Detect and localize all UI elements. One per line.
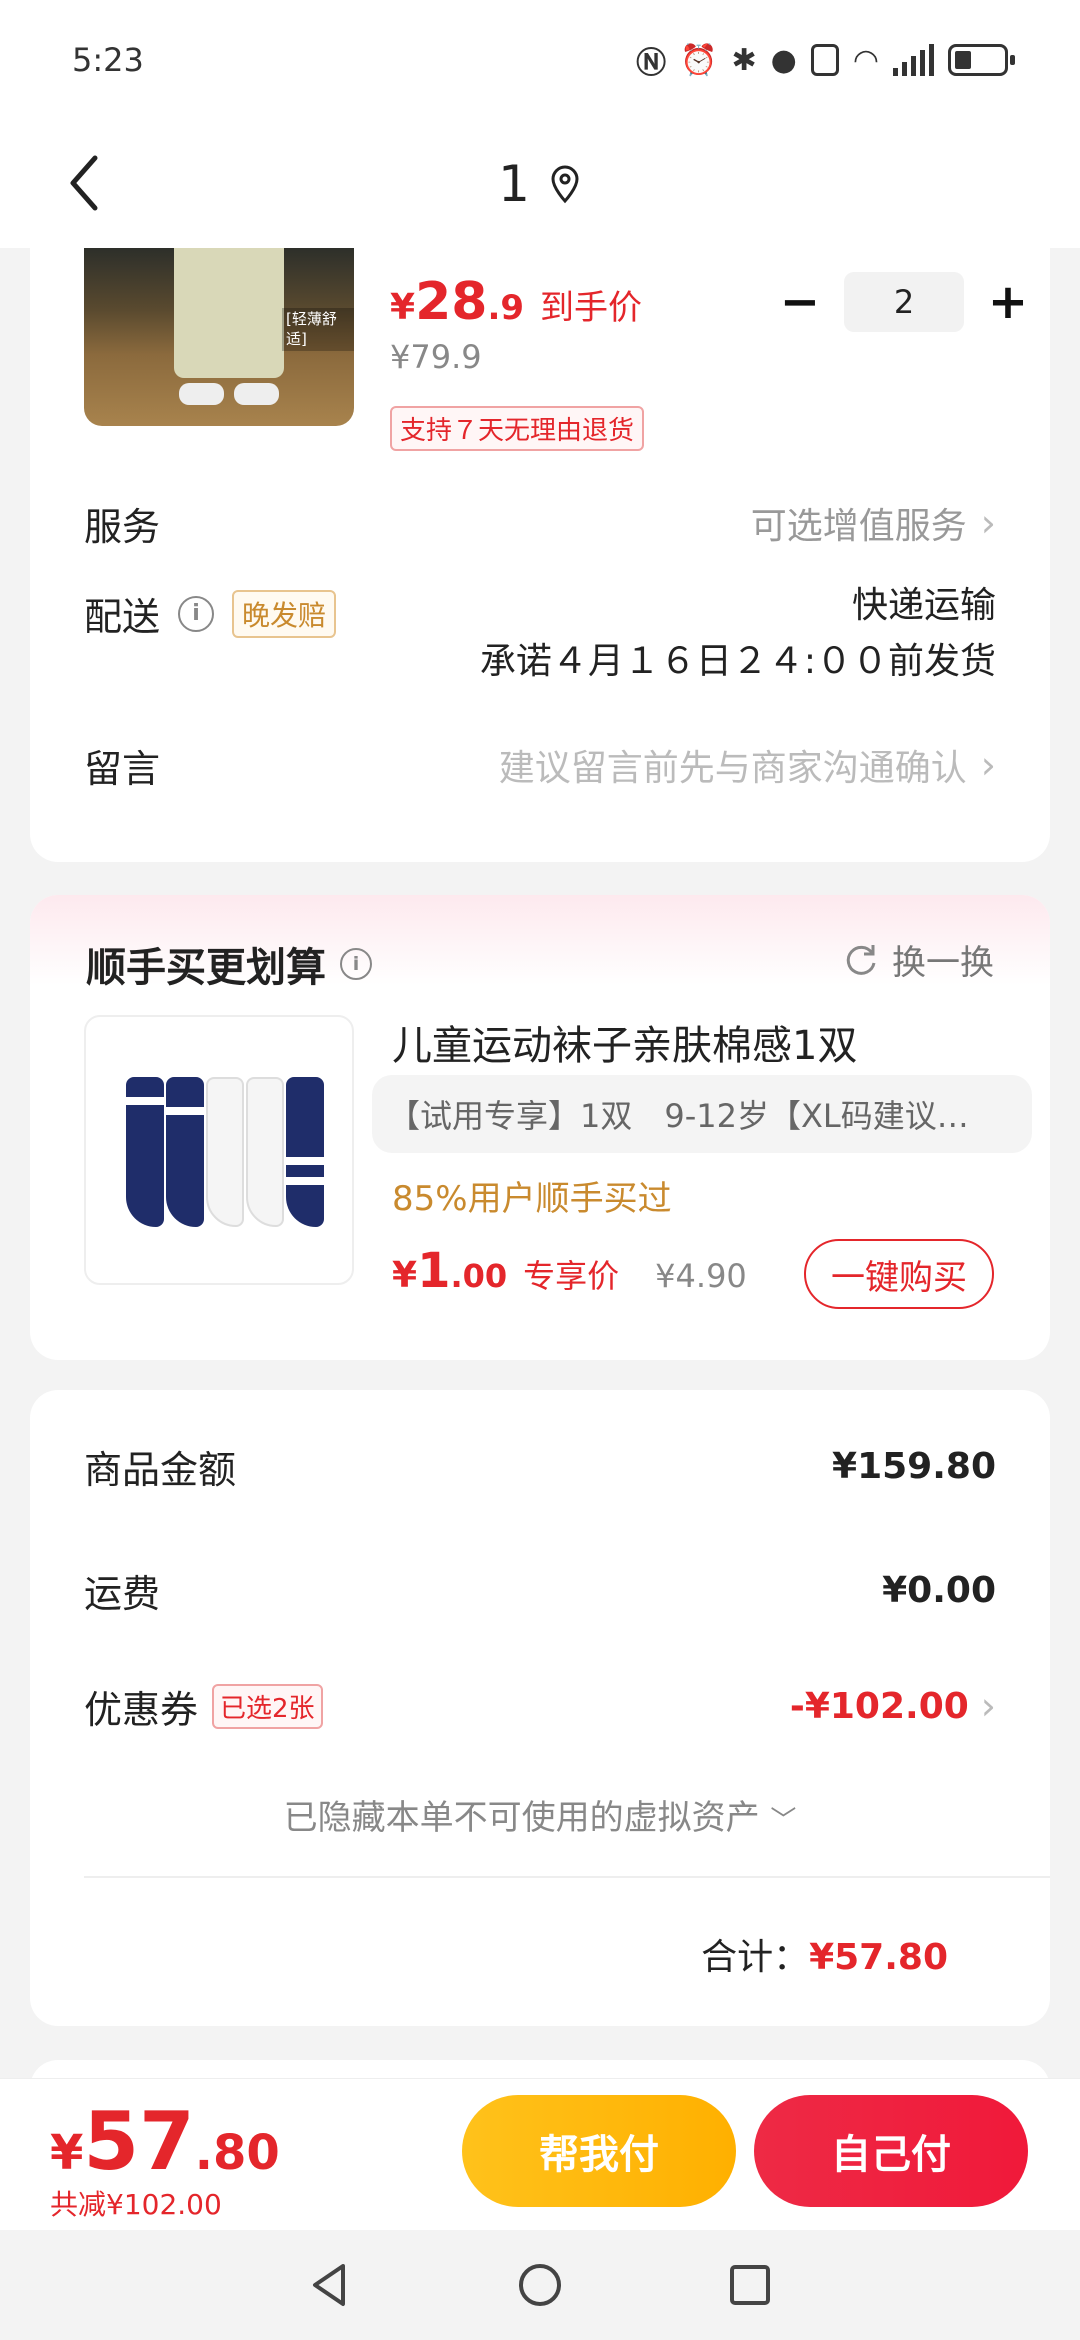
chevron-left-icon [70, 155, 98, 211]
home-circle-icon[interactable] [515, 2260, 565, 2310]
chevron-right-icon: › [980, 743, 996, 787]
addon-card: 顺手买更划算 i 换一换 儿童运动袜子亲肤棉感1双 【试用专享】1双 9-12岁… [30, 895, 1050, 1360]
goods-amount-row: 商品金额 ¥159.80 [84, 1426, 996, 1506]
swap-label: 换一换 [892, 943, 994, 983]
product-image-tag: [轻薄舒适] [282, 308, 354, 351]
info-icon[interactable]: i [340, 948, 372, 980]
service-row[interactable]: 服务 可选增值服务 › [84, 488, 996, 558]
delivery-row: 配送 i 晚发赔 快递运输 承诺４月１６日２４:００前发货 [84, 574, 996, 690]
late-compensation-badge: 晚发赔 [232, 589, 337, 638]
recents-square-icon[interactable] [725, 2260, 775, 2310]
total-label: 合计： [701, 1937, 810, 1978]
pay-myself-button[interactable]: 自己付 [754, 2095, 1028, 2207]
status-time: 5:23 [72, 41, 144, 79]
nfc-icon: Ⓝ [636, 46, 667, 81]
service-label: 服务 [84, 504, 161, 549]
increase-button[interactable]: + [978, 272, 1038, 332]
wifi-icon: ◠ [852, 42, 879, 78]
addon-spec-selector[interactable]: 【试用专享】1双 9-12岁【XL码建议… [372, 1075, 1032, 1153]
addon-title: 顺手买更划算 i [86, 935, 372, 993]
page-title[interactable]: 1 [498, 155, 582, 213]
info-icon[interactable]: i [178, 595, 215, 632]
addon-original-price: ¥4.90 [655, 1257, 747, 1295]
chevron-right-icon: › [980, 1684, 996, 1728]
back-button[interactable] [50, 148, 120, 218]
addon-title-text: 顺手买更划算 [86, 945, 326, 991]
swap-button[interactable]: 换一换 [842, 935, 994, 984]
product-card: [轻薄舒适] ¥ 28 .9 到手价 ¥79.9 支持７天无理由退货 − 2 +… [30, 220, 1050, 862]
coupon-label: 优惠券 [84, 1687, 199, 1732]
delivery-label: 配送 [84, 595, 161, 639]
location-icon: ● [770, 42, 797, 78]
addon-price-tag: 专享价 [523, 1257, 620, 1295]
system-nav-bar [0, 2230, 1080, 2340]
message-placeholder: 建议留言前先与商家沟通确认 [498, 748, 967, 789]
message-row[interactable]: 留言 建议留言前先与商家沟通确认 › [84, 730, 996, 800]
original-price: ¥79.9 [390, 338, 482, 376]
chevron-down-icon: ﹀ [770, 1806, 797, 1836]
page-title-text: 1 [498, 155, 530, 213]
delivery-method: 快递运输 [851, 585, 996, 626]
message-label: 留言 [84, 746, 161, 791]
back-triangle-icon[interactable] [305, 2260, 355, 2310]
alarm-icon: ⏰ [680, 42, 718, 78]
order-total: 合计： ¥57.80 [701, 1928, 948, 1980]
vibrate-icon [810, 44, 839, 76]
delivery-promise: 承诺４月１６日２４:００前发货 [479, 641, 996, 682]
product-price: ¥ 28 .9 到手价 [390, 272, 643, 332]
order-summary-card: 商品金额 ¥159.80 运费 ¥0.00 优惠券 已选2张 -¥102.00 … [30, 1390, 1050, 2026]
product-image[interactable]: [轻薄舒适] [84, 248, 354, 426]
decrease-button[interactable]: − [770, 272, 830, 332]
help-me-pay-button[interactable]: 帮我付 [462, 2095, 736, 2207]
addon-popularity: 85%用户顺手买过 [392, 1179, 672, 1219]
shipping-label: 运费 [84, 1571, 161, 1616]
divider [84, 1876, 1050, 1878]
checkout-bar: ¥ 57 .80 共减¥102.00 帮我付 自己付 [0, 2078, 1080, 2230]
final-price: ¥ 57 .80 [50, 2095, 280, 2188]
total-value: ¥57.80 [809, 1937, 948, 1978]
quantity-value[interactable]: 2 [844, 272, 964, 332]
coupon-value: -¥102.00 [789, 1685, 969, 1727]
refresh-icon [846, 944, 876, 975]
coupon-count-badge: 已选2张 [212, 1683, 323, 1729]
status-bar: 5:23 Ⓝ ⏰ ✱ ● ◠ [0, 0, 1080, 120]
addon-price: ¥ 1 .00 专享价 ¥4.90 [392, 1243, 747, 1299]
bluetooth-icon: ✱ [731, 42, 757, 78]
coupon-row[interactable]: 优惠券 已选2张 -¥102.00 › [84, 1666, 996, 1746]
chevron-right-icon: › [980, 501, 996, 545]
location-pin-icon [551, 165, 579, 204]
price-tag-label: 到手价 [540, 288, 643, 328]
one-click-buy-button[interactable]: 一键购买 [804, 1239, 994, 1309]
status-icons: Ⓝ ⏰ ✱ ● ◠ [636, 38, 1015, 82]
shipping-value: ¥0.00 [882, 1569, 996, 1611]
hidden-assets-text: 已隐藏本单不可使用的虚拟资产 [283, 1798, 760, 1838]
addon-product-name[interactable]: 儿童运动袜子亲肤棉感1双 [392, 1013, 857, 1071]
service-value: 可选增值服务 [750, 506, 967, 547]
battery-icon [948, 44, 1015, 76]
total-discount: 共减¥102.00 [50, 2188, 222, 2221]
addon-product-image[interactable] [84, 1015, 354, 1285]
signal-icon [893, 44, 934, 76]
quantity-stepper: − 2 + [770, 272, 1038, 332]
hidden-assets-toggle[interactable]: 已隐藏本单不可使用的虚拟资产 ﹀ [30, 1790, 1050, 1839]
return-policy-badge: 支持７天无理由退货 [390, 406, 645, 451]
goods-amount-value: ¥159.80 [832, 1445, 996, 1487]
goods-amount-label: 商品金额 [84, 1447, 237, 1492]
addon-spec-text: 【试用专享】1双 9-12岁【XL码建议… [388, 1097, 969, 1135]
shipping-row: 运费 ¥0.00 [84, 1550, 996, 1630]
